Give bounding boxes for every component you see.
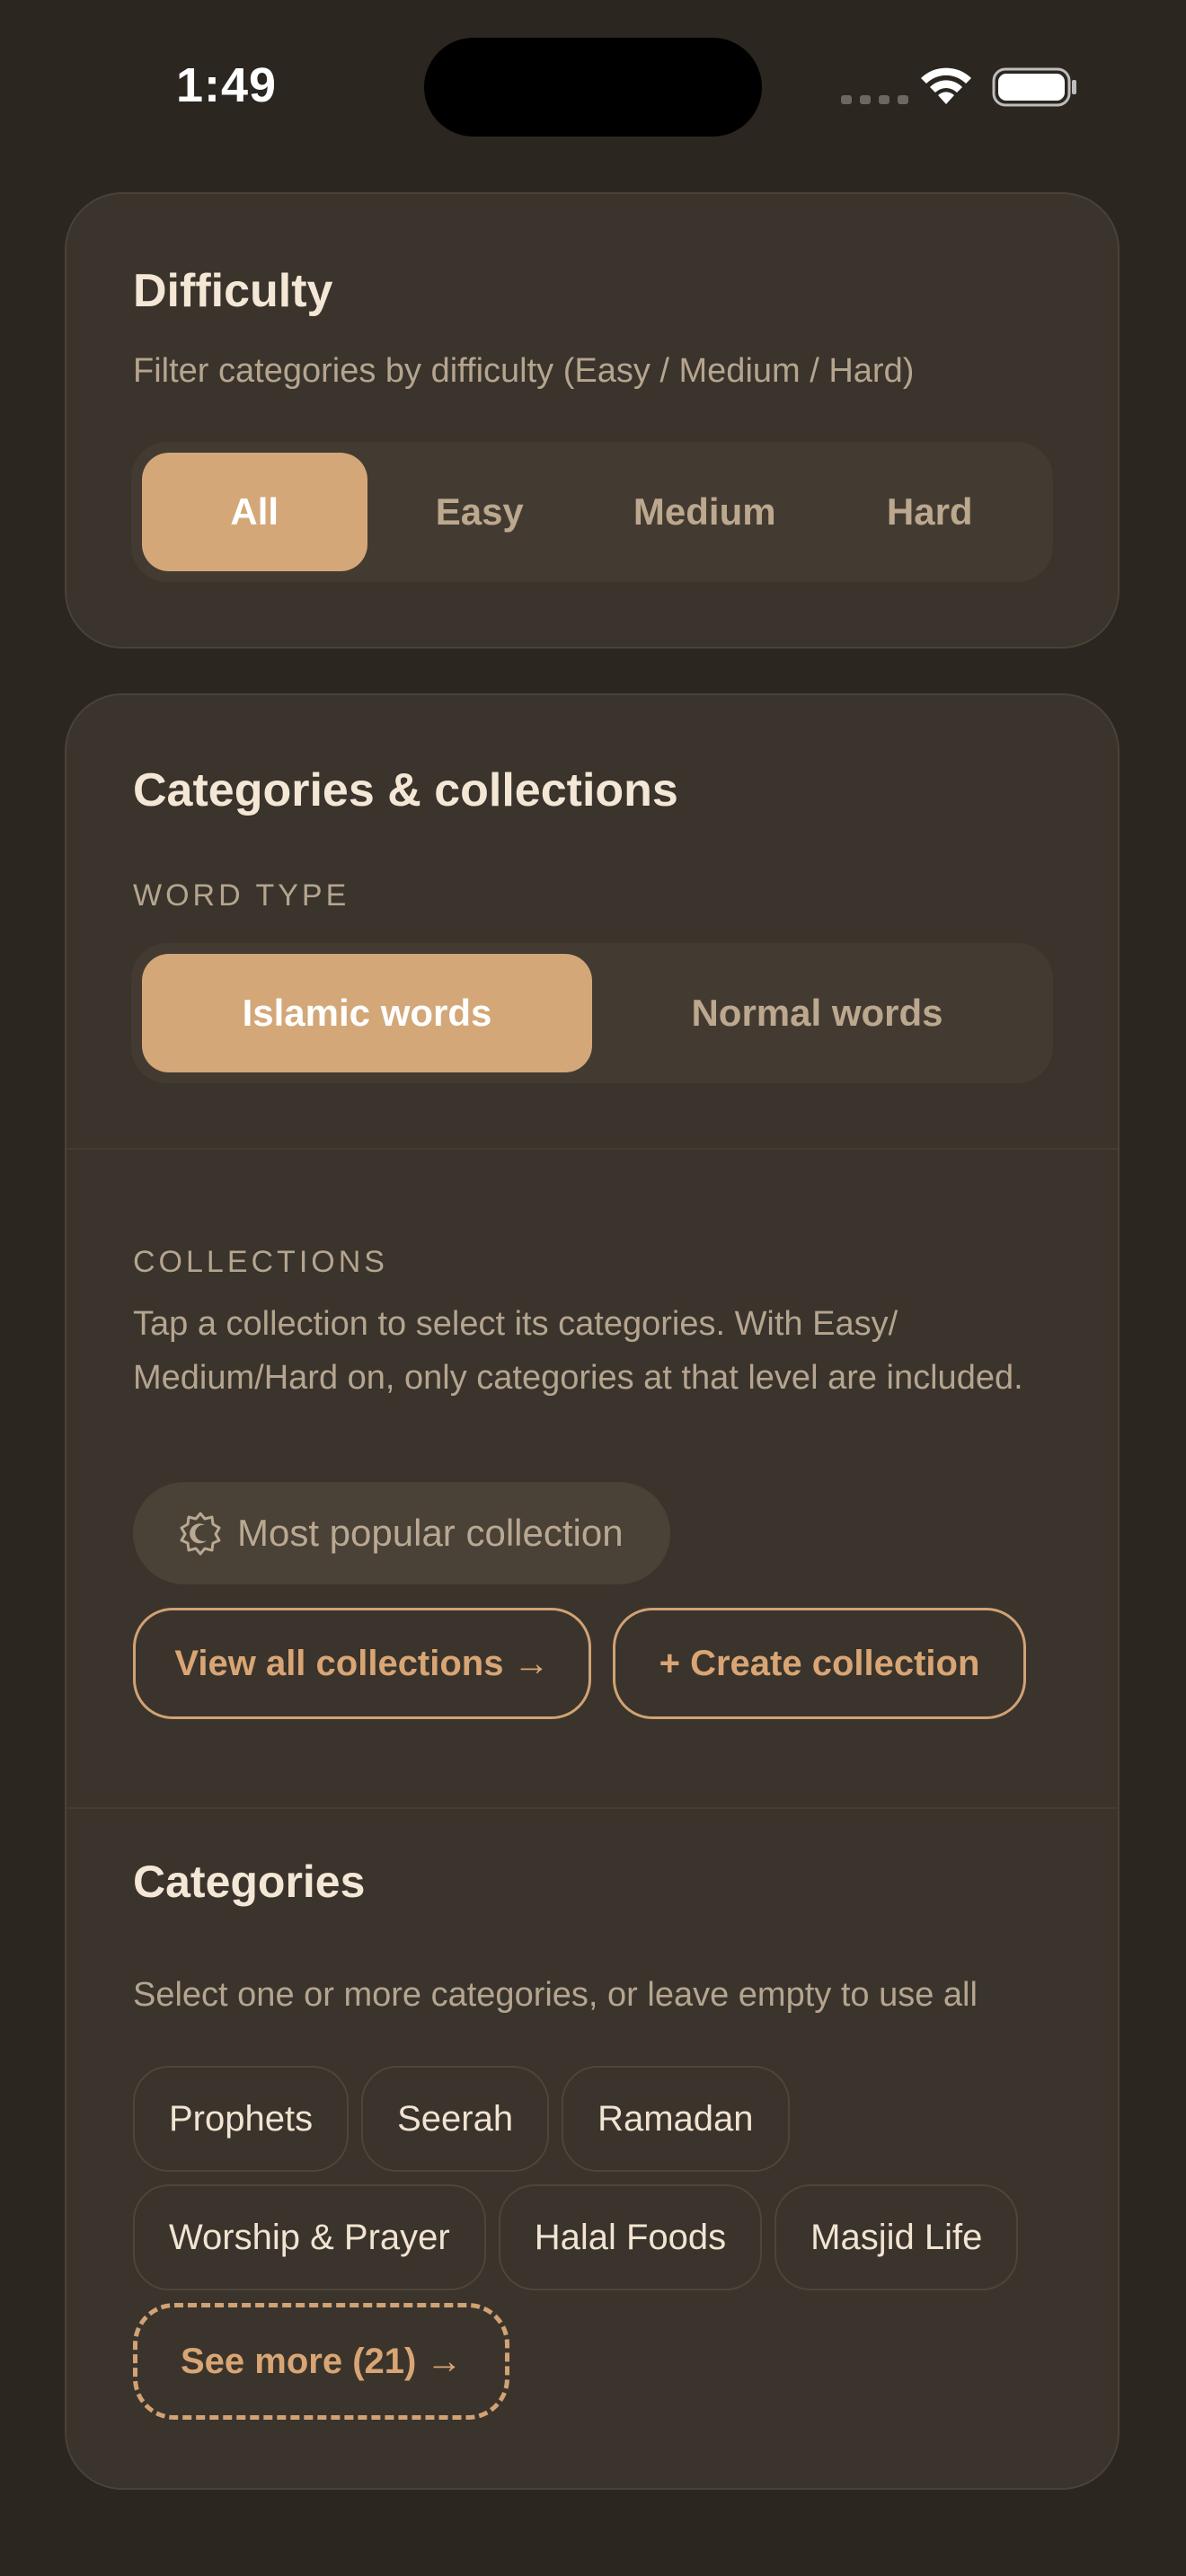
battery-icon bbox=[992, 67, 1076, 107]
most-popular-collection-button[interactable]: Most popular collection bbox=[133, 1482, 670, 1584]
difficulty-option-all[interactable]: All bbox=[142, 453, 367, 571]
category-chip-masjid-life[interactable]: Masjid Life bbox=[774, 2184, 1019, 2290]
dynamic-island bbox=[424, 38, 762, 137]
difficulty-segmented-control: All Easy Medium Hard bbox=[131, 442, 1053, 582]
status-bar: 1:49 bbox=[0, 0, 1186, 180]
difficulty-subtitle: Filter categories by difficulty (Easy / … bbox=[133, 352, 915, 390]
word-type-label: WORD TYPE bbox=[133, 878, 350, 913]
see-more-categories-button[interactable]: See more (21) → bbox=[133, 2303, 510, 2420]
difficulty-card: Difficulty Filter categories by difficul… bbox=[65, 192, 1120, 648]
cellular-signal-icon bbox=[841, 95, 908, 104]
difficulty-title: Difficulty bbox=[133, 265, 333, 317]
badge-star-icon bbox=[180, 1512, 221, 1556]
categories-chips-row-2: Worship & Prayer Halal Foods Masjid Life bbox=[133, 2184, 1019, 2290]
section-divider bbox=[66, 1807, 1118, 1809]
create-collection-button[interactable]: + Create collection bbox=[613, 1608, 1026, 1719]
word-type-segmented-control: Islamic words Normal words bbox=[131, 943, 1053, 1083]
category-chip-seerah[interactable]: Seerah bbox=[361, 2066, 550, 2172]
collections-label: COLLECTIONS bbox=[133, 1245, 388, 1279]
categories-chips-row-1: Prophets Seerah Ramadan bbox=[133, 2066, 790, 2172]
collections-description: Tap a collection to select its categorie… bbox=[133, 1305, 1023, 1397]
status-time: 1:49 bbox=[176, 58, 278, 112]
categories-title: Categories bbox=[133, 1857, 366, 1907]
difficulty-option-medium[interactable]: Medium bbox=[592, 453, 818, 571]
difficulty-option-easy[interactable]: Easy bbox=[367, 453, 593, 571]
view-all-collections-button[interactable]: View all collections → bbox=[133, 1608, 591, 1719]
categories-collections-card: Categories & collections WORD TYPE Islam… bbox=[65, 693, 1120, 2490]
word-type-option-islamic[interactable]: Islamic words bbox=[142, 954, 592, 1072]
category-chip-worship-prayer[interactable]: Worship & Prayer bbox=[133, 2184, 486, 2290]
difficulty-option-hard[interactable]: Hard bbox=[818, 453, 1043, 571]
word-type-option-normal[interactable]: Normal words bbox=[592, 954, 1042, 1072]
most-popular-collection-label: Most popular collection bbox=[237, 1512, 624, 1554]
wifi-icon bbox=[921, 67, 971, 104]
categories-collections-title: Categories & collections bbox=[133, 764, 678, 816]
category-chip-ramadan[interactable]: Ramadan bbox=[562, 2066, 790, 2172]
section-divider bbox=[66, 1148, 1118, 1150]
category-chip-prophets[interactable]: Prophets bbox=[133, 2066, 350, 2172]
categories-subtitle: Select one or more categories, or leave … bbox=[133, 1976, 978, 2014]
category-chip-halal-foods[interactable]: Halal Foods bbox=[498, 2184, 763, 2290]
